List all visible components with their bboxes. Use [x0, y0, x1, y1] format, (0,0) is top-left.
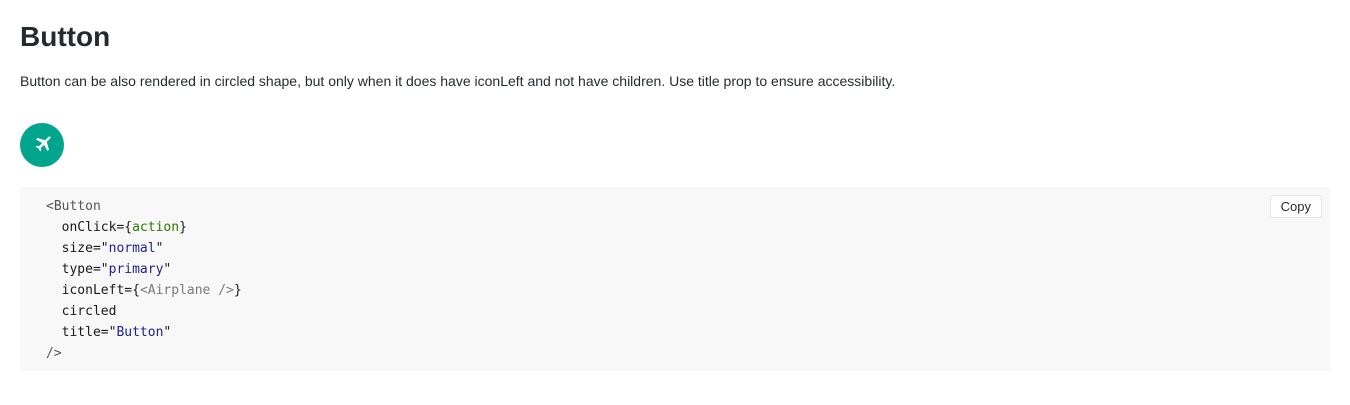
code-block: <Button onClick={action} size="normal" t…	[46, 196, 242, 364]
code-line-attr: onClick={action}	[46, 217, 242, 238]
code-attr-name: title	[61, 325, 101, 340]
code-line-open: <Button	[46, 196, 242, 217]
code-punct: ="	[92, 241, 109, 256]
code-attr-value: Button	[116, 325, 164, 340]
code-punct: "	[155, 241, 164, 256]
code-attr-name: circled	[61, 304, 117, 319]
page-description: Button can be also rendered in circled s…	[20, 73, 896, 89]
code-line-attr: iconLeft={<Airplane />}	[46, 280, 242, 301]
code-close-tag: />	[46, 346, 62, 361]
airplane-icon	[31, 134, 53, 156]
code-punct: ={	[116, 220, 133, 235]
code-line-attr: circled	[46, 301, 242, 322]
code-line-attr: title="Button"	[46, 322, 242, 343]
code-line-attr: size="normal"	[46, 238, 242, 259]
code-punct: ={	[124, 283, 140, 298]
code-attr-value: <Airplane />	[139, 283, 234, 298]
code-punct: ="	[92, 262, 109, 277]
code-punct: "	[163, 262, 172, 277]
circled-airplane-button[interactable]	[20, 123, 64, 167]
code-attr-value: normal	[108, 241, 156, 256]
code-attr-name: type	[61, 262, 93, 277]
code-punct: ="	[100, 325, 117, 340]
copy-button[interactable]: Copy	[1269, 195, 1322, 218]
code-panel: <Button onClick={action} size="normal" t…	[20, 187, 1330, 371]
code-attr-name: iconLeft	[61, 283, 125, 298]
code-open-tag: <Button	[46, 199, 101, 214]
code-punct: "	[163, 325, 172, 340]
code-attr-value: primary	[108, 262, 164, 277]
code-line-attr: type="primary"	[46, 259, 242, 280]
code-attr-value: action	[132, 220, 180, 235]
code-attr-name: size	[61, 241, 93, 256]
code-attr-name: onClick	[61, 220, 117, 235]
page-title: Button	[20, 21, 111, 52]
code-line-close: />	[46, 343, 242, 364]
code-punct: }	[179, 220, 187, 235]
code-punct: }	[233, 283, 242, 298]
